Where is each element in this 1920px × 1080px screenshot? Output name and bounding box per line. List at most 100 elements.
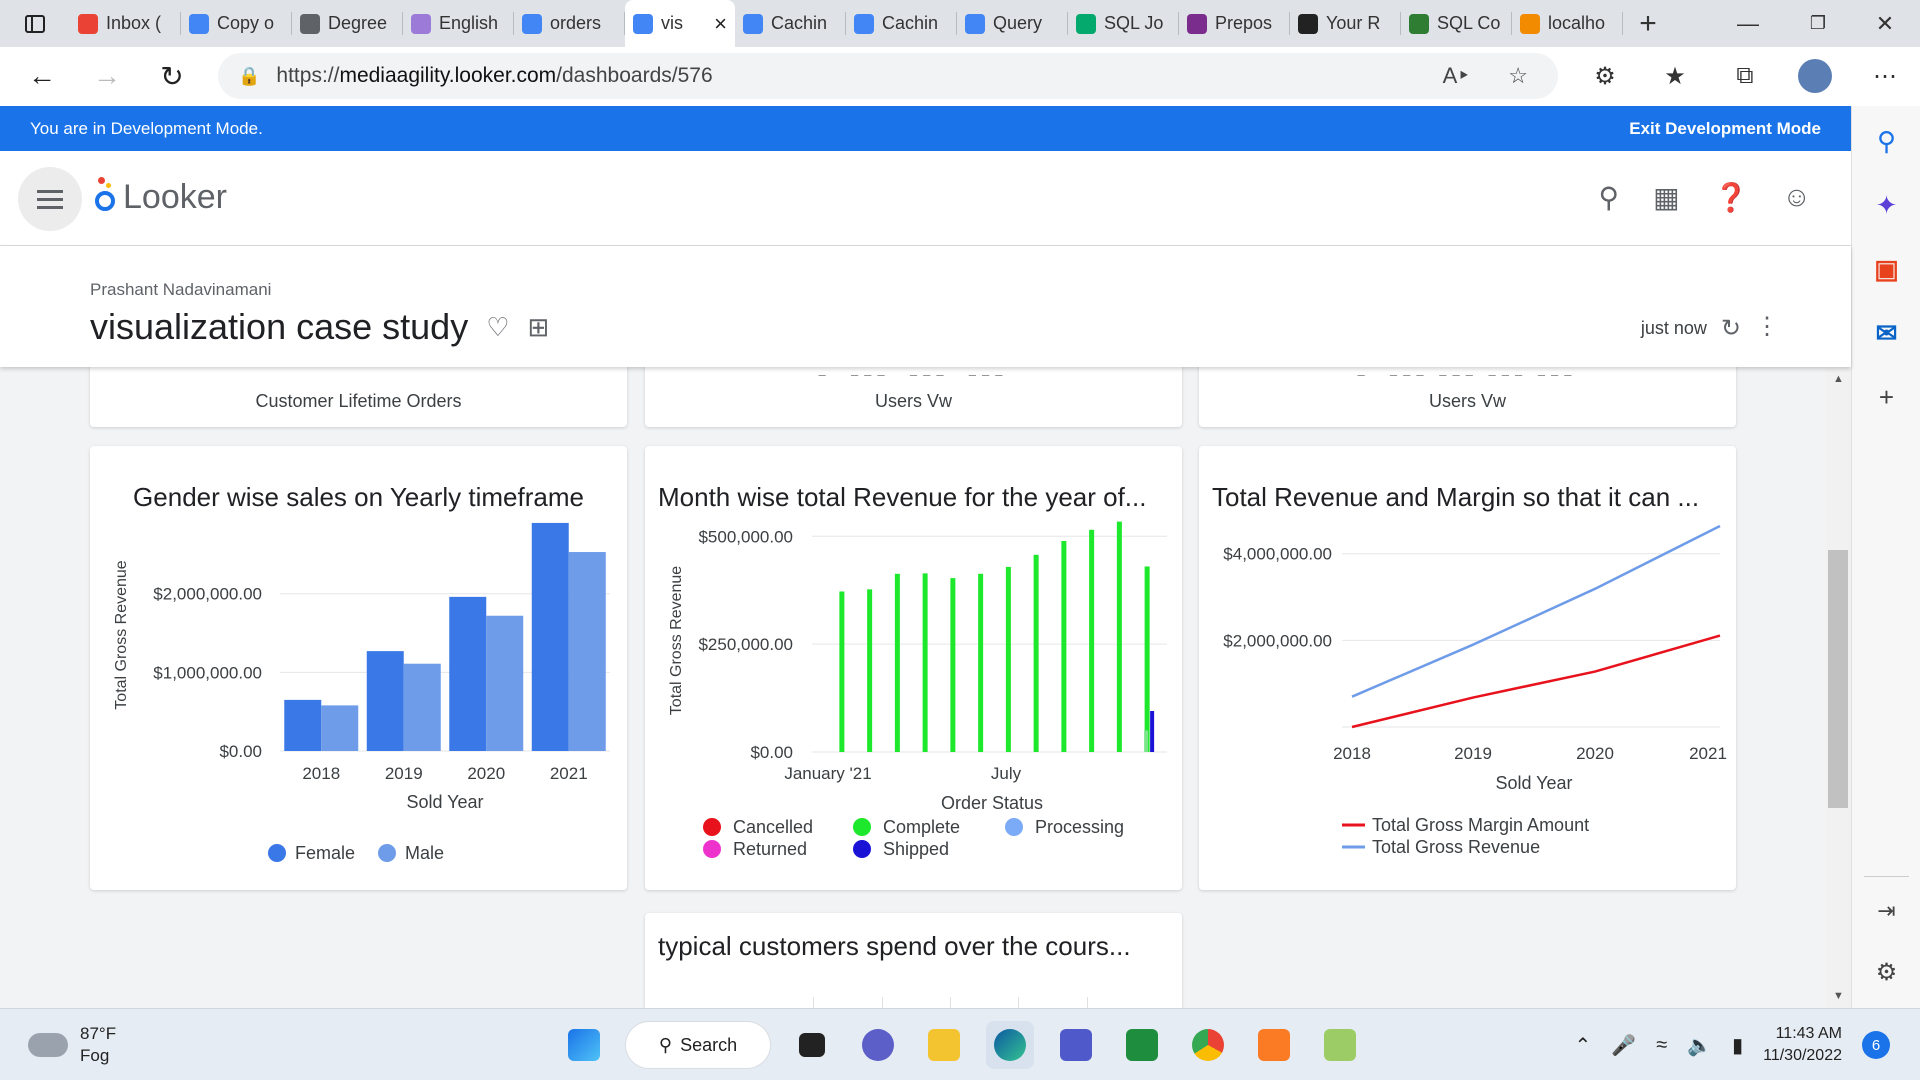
y-tick-label: $0.00 [219,742,262,761]
file-explorer-icon[interactable] [920,1021,968,1069]
browser-tab[interactable]: Cachin [735,0,846,47]
tile-month-revenue[interactable]: Month wise total Revenue for the year of… [645,446,1182,890]
browser-tab[interactable]: Your R [1290,0,1401,47]
favorites-icon[interactable]: ★ [1640,62,1710,91]
search-icon[interactable]: ⚲ [1852,126,1920,157]
close-tab-icon[interactable]: × [714,11,727,37]
volume-icon[interactable]: 🔈 [1687,1033,1712,1058]
back-icon[interactable]: ← [12,47,72,105]
reload-icon[interactable]: ↻ [142,47,202,105]
weather-widget[interactable]: 87°F Fog [28,1023,116,1067]
tile-users-vw-1[interactable]: – ––– ––– ––– Users Vw [645,367,1182,427]
taskbar-search[interactable]: ⚲ Search [626,1022,770,1068]
chevron-up-icon[interactable]: ⌃ [1575,1033,1592,1058]
outlook-icon[interactable]: ✉ [1852,318,1920,349]
browser-tab[interactable]: Query [957,0,1068,47]
legend-label: Cancelled [733,817,813,837]
legend-label: Returned [733,839,807,859]
wifi-icon[interactable]: ≈ [1656,1034,1667,1057]
browser-tab[interactable]: Copy o [181,0,292,47]
tile-users-vw-2[interactable]: – ––– ––– ––– ––– Users Vw [1199,367,1736,427]
x-tick-label: 2018 [302,764,340,783]
clock-date: 11/30/2022 [1763,1047,1842,1064]
edge-icon[interactable] [986,1021,1034,1069]
legend-label: Total Gross Revenue [1372,837,1540,857]
search-icon[interactable]: ⚲ [1599,181,1620,214]
x-tick-label: 2019 [385,764,423,783]
meet-icon[interactable] [854,1021,902,1069]
scrollbar-thumb[interactable] [1828,550,1848,808]
gridline [882,997,883,1008]
x-axis-label: Sold Year [406,792,483,812]
tab-actions-icon[interactable] [0,0,70,47]
account-icon[interactable]: ☺ [1782,181,1811,214]
favorite-heart-icon[interactable]: ♡ [486,312,509,343]
chrome-icon[interactable] [1184,1021,1232,1069]
restore-icon[interactable]: ❐ [1783,0,1853,47]
browser-tab[interactable]: Inbox ( [70,0,181,47]
office-icon[interactable]: ▣ [1852,254,1920,285]
tile-customer-spend[interactable]: typical customers spend over the cours..… [645,913,1182,1008]
read-aloud-icon[interactable]: A‣ [1443,63,1471,89]
scroll-down-icon[interactable]: ▼ [1833,990,1844,1002]
bar-complete [867,589,873,752]
refresh-icon[interactable]: ↻ [1721,314,1741,343]
tile-gender-sales[interactable]: Gender wise sales on Yearly timeframe $0… [90,446,627,890]
tile-customer-lifetime-orders[interactable]: Customer Lifetime Orders [90,367,627,427]
notification-badge[interactable]: 6 [1862,1031,1890,1059]
copilot-icon[interactable]: ✦ [1852,190,1920,221]
browser-tab-label: orders [550,13,602,33]
legend-swatch [703,818,721,836]
tile-revenue-margin[interactable]: Total Revenue and Margin so that it can … [1199,446,1736,890]
close-window-icon[interactable]: ✕ [1850,0,1920,47]
dashboard-actions-icon[interactable]: ⋮ [1755,312,1779,341]
scroll-up-icon[interactable]: ▲ [1833,373,1844,385]
forward-icon[interactable]: → [77,47,137,105]
exit-dev-mode-link[interactable]: Exit Development Mode [1629,119,1821,139]
browser-tab[interactable]: Cachin [846,0,957,47]
add-to-board-icon[interactable]: ⊞ [528,312,550,343]
browser-tab[interactable]: SQL Co [1401,0,1512,47]
microphone-icon[interactable]: 🎤 [1611,1033,1636,1058]
hide-sidebar-icon[interactable]: ⇥ [1852,898,1920,924]
query-icon [965,13,985,34]
collections-icon[interactable]: ⧉ [1710,62,1780,90]
bar-complete [1144,566,1150,752]
url-field[interactable]: 🔒 https://mediaagility.looker.com/dashbo… [218,53,1558,99]
browser-tab[interactable]: vis × [625,0,735,47]
help-icon[interactable]: ❓ [1714,181,1749,214]
browser-tab[interactable]: orders [514,0,625,47]
extensions-icon[interactable]: ⚙ [1570,62,1640,91]
bar-complete [922,573,928,752]
bar-male [568,552,606,751]
new-tab-button[interactable]: + [1623,7,1673,41]
browser-tab[interactable]: English [403,0,514,47]
x-tick-label: 2021 [550,764,588,783]
battery-icon[interactable]: ▮ [1732,1033,1743,1058]
teams-icon[interactable] [1052,1021,1100,1069]
dashboard-scrollbar[interactable]: ▲ ▼ [1826,367,1851,1008]
browser-tab[interactable]: localho [1512,0,1623,47]
marketplace-icon[interactable]: ▦ [1653,181,1679,214]
start-icon[interactable] [560,1021,608,1069]
y-tick-label: $1,000,000.00 [153,663,262,682]
more-icon[interactable]: ⋯ [1850,62,1920,91]
xampp-icon[interactable] [1250,1021,1298,1069]
clock-time: 11:43 AM [1775,1025,1842,1042]
add-favorite-icon[interactable]: ☆ [1508,63,1528,89]
main-menu-button[interactable] [18,167,82,231]
browser-tab-label: SQL Jo [1104,13,1164,33]
profile-avatar[interactable] [1798,59,1832,93]
looker-logo[interactable]: Looker [95,177,227,217]
browser-tab[interactable]: Prepos [1179,0,1290,47]
chat-icon[interactable] [1118,1021,1166,1069]
task-view-icon[interactable] [788,1021,836,1069]
add-sidebar-app-icon[interactable]: + [1852,382,1920,413]
notepad-icon[interactable] [1316,1021,1364,1069]
github-icon [1298,13,1318,34]
browser-tab[interactable]: Degree [292,0,403,47]
settings-icon[interactable]: ⚙ [1852,958,1920,987]
browser-tab[interactable]: SQL Jo [1068,0,1179,47]
clock[interactable]: 11:43 AM 11/30/2022 [1763,1023,1842,1067]
minimize-icon[interactable]: — [1713,0,1783,47]
